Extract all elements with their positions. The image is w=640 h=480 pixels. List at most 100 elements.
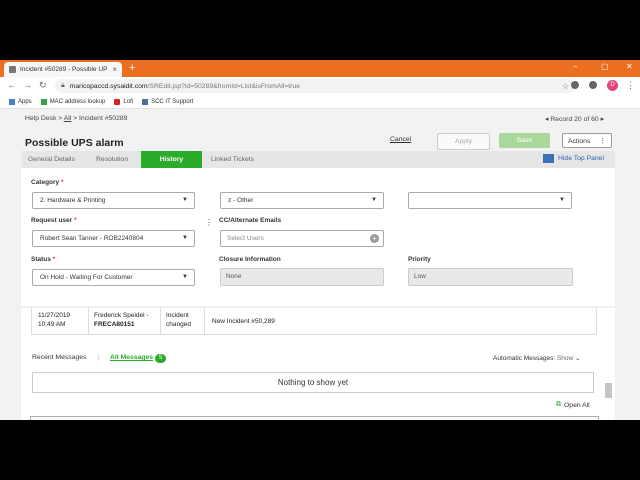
url-path: /SREdit.jsp?id=50289&fromId=List&isFromA… (147, 82, 300, 90)
browser-toolbar: ← → ↻ 🔒︎ maricopaccd.sysaidit.com /SREdi… (0, 77, 640, 96)
next-record-icon[interactable]: ▸ (601, 116, 604, 123)
message-count-badge: 5 (154, 354, 167, 363)
bookmark-apps[interactable]: Apps (9, 98, 32, 105)
third-category-select[interactable]: ▼ (408, 192, 572, 209)
previous-record-icon[interactable]: ◂ (545, 116, 548, 123)
history-action: Incident changed (166, 311, 191, 329)
category-label: Category * (31, 179, 64, 186)
hide-top-panel-label: Hide Top Panel (558, 155, 604, 162)
history-user-id: FRECA80151 (94, 321, 135, 328)
forward-icon[interactable]: → (23, 80, 32, 91)
browser-tab[interactable]: Incident #50289 - Possible UPS ala × (4, 62, 122, 77)
address-bar[interactable]: 🔒︎ maricopaccd.sysaidit.com /SREdit.jsp?… (55, 79, 575, 93)
menu-kebab-icon[interactable]: ⋮ (626, 80, 635, 91)
tab-resolution[interactable]: Resolution (96, 151, 128, 168)
status-select[interactable]: On Hold - Waiting For Customer ▼ (32, 269, 195, 286)
bookmark-label: SCC IT Support (151, 98, 194, 105)
subcategory-select[interactable]: z - Other ▼ (220, 192, 384, 209)
minimize-icon[interactable]: – (573, 62, 577, 71)
record-total: 60 (591, 116, 599, 123)
divider (204, 308, 205, 335)
history-section: 11/27/2019 10:49 AM Frederick Speidel - … (21, 308, 615, 420)
browser-tab-title: Incident #50289 - Possible UPS ala (20, 66, 108, 73)
history-user: Frederick Speidel - FRECA80151 (94, 311, 149, 329)
save-button[interactable]: Save (499, 133, 550, 148)
chevron-down-icon: ▼ (559, 197, 565, 203)
profile-avatar[interactable]: D (607, 80, 618, 91)
chevron-down-icon: ▼ (182, 235, 188, 241)
record-current: 20 (574, 116, 582, 123)
bookmark-star-icon[interactable]: ☆ (562, 82, 569, 91)
add-user-icon[interactable]: + (370, 234, 379, 243)
recent-messages-tab[interactable]: Recent Messages (32, 354, 86, 361)
lock-icon: 🔒︎ (61, 82, 65, 89)
tab-history[interactable]: History (141, 151, 202, 168)
top-panel: Category * 2. Hardware & Printing ▼ z - … (21, 168, 615, 306)
chevron-down-icon: ▼ (371, 197, 377, 203)
back-icon[interactable]: ← (7, 80, 16, 91)
bookmark-label: Apps (18, 98, 32, 105)
external-link-icon: ⧉ (556, 401, 561, 408)
record-of: of (583, 116, 590, 123)
history-time: 10:49 AM (38, 321, 66, 328)
all-messages-tab[interactable]: All Messages 5 (110, 354, 167, 363)
favicon-icon (9, 66, 16, 73)
chevron-down-icon: ⌄ (575, 355, 581, 362)
maximize-icon[interactable]: ▢ (601, 62, 609, 71)
request-user-menu-icon[interactable]: ⋮ (205, 218, 213, 227)
breadcrumb: Help Desk > All > Incident #50289 (25, 115, 127, 122)
status-label: Status * (31, 256, 56, 263)
sysaid-app: Help Desk > All > Incident #50289 ◂ Reco… (0, 109, 640, 420)
automatic-messages-label: Automatic Messages: (493, 355, 556, 362)
extension-icon[interactable] (571, 81, 579, 89)
open-all-label: Open All (564, 401, 590, 409)
bookmark-favicon-icon (142, 98, 149, 105)
apply-button[interactable]: Apply (437, 133, 490, 150)
automatic-messages-toggle: Automatic Messages: Show ⌄ (493, 354, 580, 362)
history-datetime: 11/27/2019 10:49 AM (38, 311, 70, 329)
breadcrumb-helpdesk[interactable]: Help Desk (25, 115, 56, 122)
history-description: New Incident #50,289 (212, 318, 275, 325)
bookmark-scc-it[interactable]: SCC IT Support (142, 98, 194, 105)
tab-divider: | (98, 354, 100, 361)
bookmarks-bar: Apps MAC address lookup Lofi SCC IT Supp… (0, 95, 640, 109)
breadcrumb-all[interactable]: All (64, 115, 72, 122)
closure-label: Closure Information (219, 256, 281, 263)
history-user-name: Frederick Speidel - (94, 312, 149, 319)
show-dropdown[interactable]: Show (557, 355, 573, 362)
cc-label: CC/Alternate Emails (219, 217, 282, 224)
extension-icon[interactable] (589, 81, 597, 89)
message-editor[interactable] (30, 416, 599, 420)
bookmark-lofi[interactable]: Lofi (114, 98, 134, 105)
divider (88, 308, 89, 335)
tab-general-details[interactable]: General Details (28, 151, 75, 168)
cc-users-input[interactable]: Select Users + (220, 230, 384, 247)
actions-button[interactable]: Actions ⋮ (562, 133, 612, 148)
scrollbar-thumb[interactable] (605, 383, 612, 398)
cancel-button[interactable]: Cancel (390, 136, 411, 143)
request-user-select[interactable]: Robert Sean Tanner - ROB2240804 ▼ (32, 230, 195, 247)
tab-linked-tickets[interactable]: Linked Tickets (211, 151, 254, 168)
close-tab-icon[interactable]: × (112, 65, 117, 74)
chevron-down-icon: ▼ (182, 197, 188, 203)
record-navigator: ◂ Record 20 of 60 ▸ (545, 115, 604, 123)
reload-icon[interactable]: ↻ (39, 80, 47, 91)
panel-icon (543, 154, 554, 163)
page-title: Possible UPS alarm (25, 137, 124, 149)
bookmark-mac-lookup[interactable]: MAC address lookup (40, 98, 105, 105)
close-window-icon[interactable]: ✕ (626, 62, 633, 71)
subcategory-value: z - Other (228, 197, 254, 204)
url-host: maricopaccd.sysaidit.com (69, 82, 148, 90)
bookmark-favicon-icon (40, 98, 47, 105)
bookmark-label: Lofi (123, 98, 134, 105)
new-tab-icon[interactable]: + (129, 62, 135, 75)
open-all-link[interactable]: ⧉ Open All (556, 401, 590, 409)
hide-top-panel-link[interactable]: Hide Top Panel (543, 154, 604, 163)
empty-messages: Nothing to show yet (32, 372, 594, 393)
priority-field: Low (408, 268, 573, 286)
category-select[interactable]: 2. Hardware & Printing ▼ (32, 192, 195, 209)
chevron-down-icon: ▼ (182, 274, 188, 280)
apps-grid-icon (9, 98, 15, 105)
tab-bar: General Details Resolution History Linke… (21, 151, 615, 168)
history-row: 11/27/2019 10:49 AM Frederick Speidel - … (31, 308, 597, 335)
